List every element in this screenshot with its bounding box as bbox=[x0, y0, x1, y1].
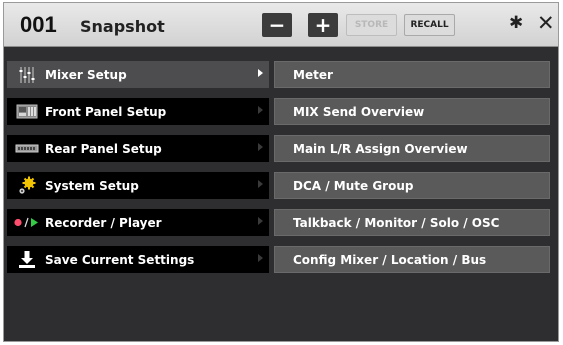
submenu-item-label: Meter bbox=[293, 67, 333, 82]
submenu-item-main-lr-assign-overview[interactable]: Main L/R Assign Overview bbox=[274, 135, 550, 162]
submenu-item-label: DCA / Mute Group bbox=[293, 178, 414, 193]
submenu-item-dca-mute-group[interactable]: DCA / Mute Group bbox=[274, 172, 550, 199]
sub-menu: Meter MIX Send Overview Main L/R Assign … bbox=[274, 61, 550, 283]
menu-item-recorder-player[interactable]: Recorder / Player bbox=[7, 209, 269, 236]
submenu-item-mix-send-overview[interactable]: MIX Send Overview bbox=[274, 98, 550, 125]
scene-name: Snapshot bbox=[80, 17, 165, 36]
snapshot-window: 001 Snapshot − + STORE RECALL ✱ ✕ Mixer … bbox=[3, 2, 559, 342]
next-scene-button[interactable]: + bbox=[308, 13, 338, 37]
record-play-icon bbox=[7, 209, 45, 236]
menu-item-label: Mixer Setup bbox=[45, 67, 127, 82]
menu-item-label: Rear Panel Setup bbox=[45, 141, 162, 156]
submenu-item-config-mixer-location-bus[interactable]: Config Mixer / Location / Bus bbox=[274, 246, 550, 273]
previous-scene-button[interactable]: − bbox=[262, 13, 292, 37]
save-download-icon bbox=[7, 246, 45, 273]
menu-item-system-setup[interactable]: System Setup bbox=[7, 172, 269, 199]
menu-item-label: System Setup bbox=[45, 178, 139, 193]
menu-item-mixer-setup[interactable]: Mixer Setup bbox=[7, 61, 269, 88]
menu-item-label: Recorder / Player bbox=[45, 215, 162, 230]
submenu-item-label: MIX Send Overview bbox=[293, 104, 425, 119]
chevron-right-icon bbox=[258, 106, 263, 114]
chevron-right-icon bbox=[258, 217, 263, 225]
submenu-item-label: Config Mixer / Location / Bus bbox=[293, 252, 487, 267]
menu-item-label: Front Panel Setup bbox=[45, 104, 167, 119]
submenu-item-label: Talkback / Monitor / Solo / OSC bbox=[293, 215, 500, 230]
menu-item-label: Save Current Settings bbox=[45, 252, 195, 267]
close-icon[interactable]: ✕ bbox=[537, 11, 555, 35]
submenu-item-talkback-monitor-solo-osc[interactable]: Talkback / Monitor / Solo / OSC bbox=[274, 209, 550, 236]
menu-item-rear-panel-setup[interactable]: Rear Panel Setup bbox=[7, 135, 269, 162]
header-bar: 001 Snapshot − + STORE RECALL ✱ ✕ bbox=[4, 3, 558, 47]
chevron-right-icon bbox=[258, 69, 263, 77]
chevron-right-icon bbox=[258, 180, 263, 188]
submenu-item-label: Main L/R Assign Overview bbox=[293, 141, 468, 156]
system-gears-icon bbox=[7, 172, 45, 199]
rear-panel-icon bbox=[7, 135, 45, 162]
mixer-faders-icon bbox=[7, 61, 45, 88]
menu-item-front-panel-setup[interactable]: Front Panel Setup bbox=[7, 98, 269, 125]
main-menu: Mixer Setup Front Panel Setup Rear Panel… bbox=[7, 61, 269, 283]
store-button[interactable]: STORE bbox=[346, 14, 397, 36]
front-panel-icon bbox=[7, 98, 45, 125]
menu-item-save-current-settings[interactable]: Save Current Settings bbox=[7, 246, 269, 273]
scene-number: 001 bbox=[20, 12, 57, 37]
recall-button[interactable]: RECALL bbox=[404, 14, 455, 36]
submenu-item-meter[interactable]: Meter bbox=[274, 61, 550, 88]
chevron-right-icon bbox=[258, 254, 263, 262]
gear-icon[interactable]: ✱ bbox=[509, 13, 523, 33]
chevron-right-icon bbox=[258, 143, 263, 151]
